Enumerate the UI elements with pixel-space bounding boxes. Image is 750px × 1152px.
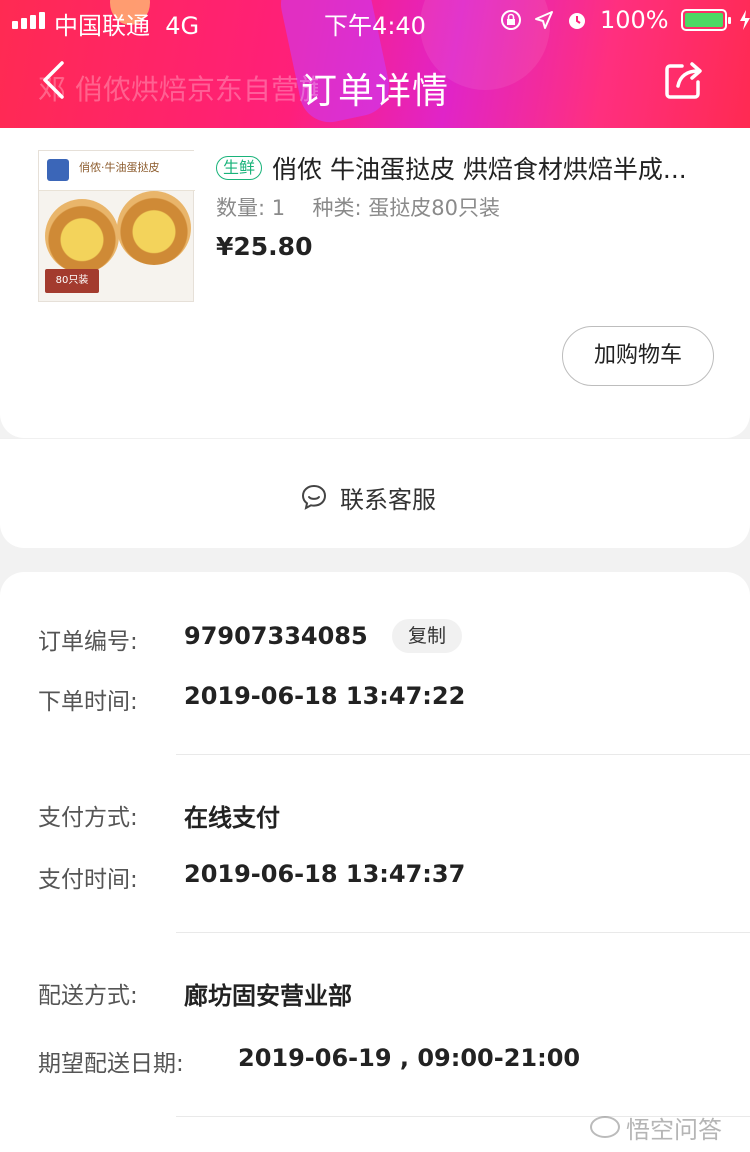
order-number-value: 97907334085 bbox=[184, 622, 368, 650]
contact-service-label: 联系客服 bbox=[340, 486, 436, 514]
egg-tart-image bbox=[45, 199, 119, 273]
battery-percent: 100% bbox=[600, 6, 669, 34]
watermark-text: 悟空问答 bbox=[626, 1115, 722, 1144]
payment-time-value: 2019-06-18 13:47:37 bbox=[184, 860, 466, 888]
quantity-value: 1 bbox=[271, 196, 286, 220]
payment-method-label: 支付方式: bbox=[38, 805, 138, 831]
header: 中国联通 4G 下午4:40 100% 邓 俏侬烘焙京东自营旗 订单详情 bbox=[0, 0, 750, 128]
watermark: 悟空问答 bbox=[590, 1110, 722, 1144]
status-icons: 100% bbox=[500, 6, 750, 34]
location-icon bbox=[535, 11, 553, 29]
quantity-label: 数量: bbox=[216, 196, 266, 220]
product-box-label: 俏侬·牛油蛋挞皮 bbox=[79, 161, 160, 174]
variant-value: 蛋挞皮80只装 bbox=[368, 196, 501, 220]
status-bar: 中国联通 4G 下午4:40 100% bbox=[0, 0, 750, 40]
order-time-value: 2019-06-18 13:47:22 bbox=[184, 682, 466, 710]
battery-icon bbox=[680, 9, 731, 31]
product-box-badge: 80只装 bbox=[45, 269, 99, 293]
payment-time-label: 支付时间: bbox=[38, 867, 138, 893]
product-price: ¥25.80 bbox=[216, 232, 313, 261]
contact-card: 联系客服 bbox=[0, 438, 750, 548]
expected-date-value: 2019-06-19 , 09:00-21:00 bbox=[238, 1044, 581, 1072]
share-icon bbox=[665, 62, 702, 99]
product-image[interactable]: 俏侬·牛油蛋挞皮 80只装 bbox=[38, 150, 195, 302]
product-card: 俏侬·牛油蛋挞皮 80只装 生鲜 俏侬 牛油蛋挞皮 烘焙食材烘焙半成... 数量… bbox=[0, 128, 750, 438]
chat-icon bbox=[301, 484, 327, 510]
nav-bar: 邓 俏侬烘焙京东自营旗 订单详情 bbox=[0, 50, 750, 120]
alarm-icon bbox=[569, 13, 585, 29]
watermark-logo-icon bbox=[590, 1116, 620, 1138]
order-number-label: 订单编号: bbox=[38, 629, 138, 655]
egg-tart-image bbox=[117, 191, 191, 265]
add-to-cart-button[interactable]: 加购物车 bbox=[562, 326, 714, 386]
payment-method-row: 支付方式: 在线支付 bbox=[38, 798, 280, 832]
divider bbox=[176, 754, 750, 755]
copy-button[interactable]: 复制 bbox=[392, 619, 462, 653]
order-number-row: 订单编号: 97907334085 bbox=[38, 622, 368, 656]
expected-date-row: 期望配送日期: 2019-06-19 , 09:00-21:00 bbox=[38, 1044, 580, 1078]
delivery-method-row: 配送方式: 廊坊固安营业部 bbox=[38, 976, 352, 1010]
divider bbox=[176, 932, 750, 933]
payment-time-row: 支付时间: 2019-06-18 13:47:37 bbox=[38, 860, 465, 894]
expected-date-label: 期望配送日期: bbox=[38, 1051, 184, 1077]
delivery-method-label: 配送方式: bbox=[38, 983, 138, 1009]
orientation-lock-icon bbox=[501, 10, 521, 30]
payment-method-value: 在线支付 bbox=[184, 804, 280, 832]
order-time-label: 下单时间: bbox=[38, 689, 138, 715]
variant-label: 种类: bbox=[312, 196, 362, 220]
delivery-method-value: 廊坊固安营业部 bbox=[184, 982, 352, 1010]
contact-service-button[interactable]: 联系客服 bbox=[300, 477, 436, 517]
product-name[interactable]: 俏侬 牛油蛋挞皮 烘焙食材烘焙半成... bbox=[272, 150, 716, 186]
order-time-row: 下单时间: 2019-06-18 13:47:22 bbox=[38, 682, 465, 716]
product-spec: 数量: 1 种类: 蛋挞皮80只装 bbox=[216, 192, 500, 222]
share-button[interactable] bbox=[662, 58, 712, 108]
page-title: 订单详情 bbox=[300, 71, 449, 112]
fresh-tag: 生鲜 bbox=[216, 156, 263, 180]
brand-logo bbox=[47, 159, 69, 181]
order-info-card: 订单编号: 97907334085 复制 下单时间: 2019-06-18 13… bbox=[0, 572, 750, 1152]
charging-icon bbox=[739, 10, 750, 30]
